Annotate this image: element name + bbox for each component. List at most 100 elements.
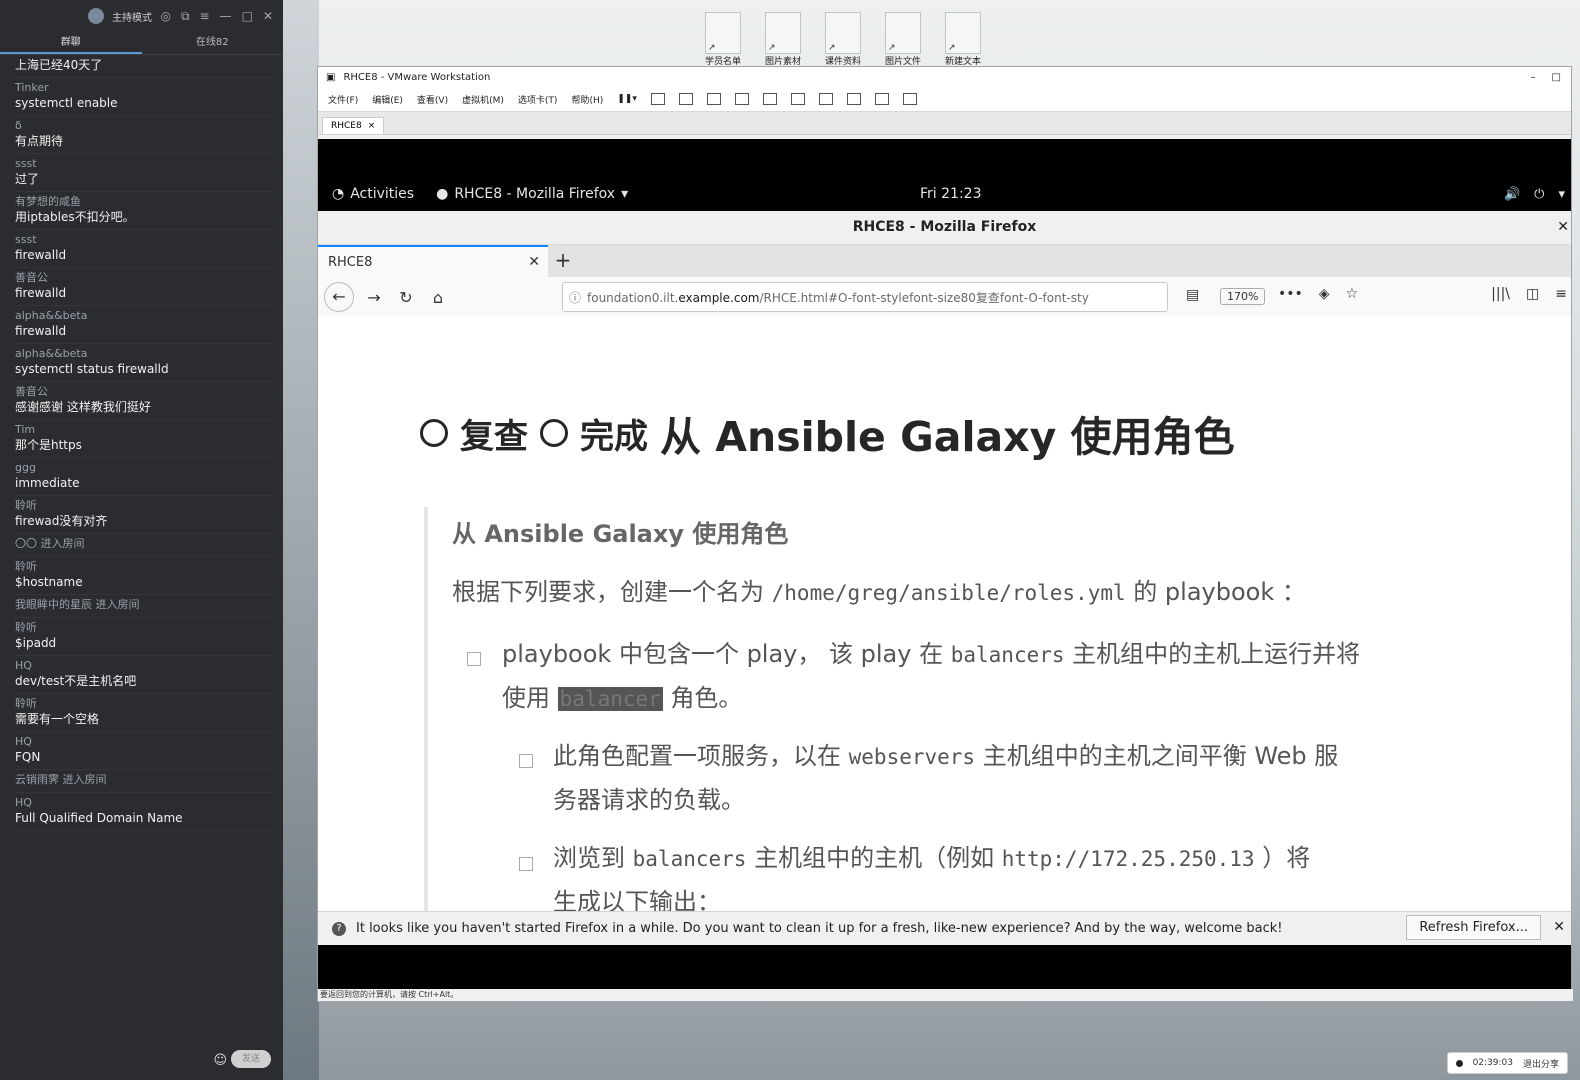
message-sender[interactable]: 聆听 (15, 696, 273, 711)
minimize-icon[interactable]: – (1531, 72, 1536, 83)
system-tray[interactable]: 🔊 ⏻ ▾ (1504, 187, 1565, 202)
chat-message: alpha&&beta firewalld (15, 306, 273, 344)
text: 浏览到 (553, 844, 625, 872)
revert-snapshot-icon[interactable] (706, 93, 721, 105)
bookmark-star-icon[interactable]: ☆ (1346, 286, 1359, 302)
chat-input-area[interactable]: ☺ 发送 (0, 1040, 283, 1080)
message-sender[interactable]: 善音公 (15, 384, 273, 399)
message-sender[interactable]: ssst (15, 156, 273, 171)
radio-review[interactable] (420, 419, 448, 447)
activities-button[interactable]: ◔ Activities (332, 186, 414, 202)
desktop-icon-3[interactable]: 课件资料 (820, 12, 866, 67)
emoji-icon[interactable]: ☺ (213, 1053, 227, 1068)
send-button[interactable]: 发送 (231, 1050, 271, 1068)
more-actions-icon[interactable]: ••• (1278, 286, 1303, 302)
message-sender[interactable]: alpha&&beta (15, 308, 273, 323)
back-button[interactable]: ← (324, 282, 354, 312)
library-view-icon[interactable] (762, 93, 777, 105)
message-sender[interactable]: Tim (15, 422, 273, 437)
message-sender[interactable]: 有梦想的咸鱼 (15, 194, 273, 209)
console-icon[interactable] (874, 93, 889, 105)
library-icon[interactable]: |||\ (1491, 286, 1510, 302)
code: http://172.25.250.13 (1001, 847, 1255, 871)
settings-icon[interactable]: ◎ (160, 9, 170, 24)
snapshot-icon[interactable] (678, 93, 693, 105)
tab-online[interactable]: 在线82 (142, 32, 284, 54)
chat-message: HQ dev/test不是主机名吧 (15, 656, 273, 694)
exit-share-button[interactable]: 退出分享 (1523, 1057, 1559, 1070)
maximize-icon[interactable]: □ (1552, 72, 1561, 83)
popout-icon[interactable]: ⧉ (181, 9, 190, 24)
fullscreen-icon[interactable] (818, 93, 833, 105)
chat-message: 有梦想的咸鱼 用iptables不扣分吧。 (15, 192, 273, 230)
message-text: firewad没有对齐 (15, 514, 108, 528)
menu-icon[interactable]: ≡ (200, 9, 210, 24)
message-sender[interactable]: δ (15, 118, 273, 133)
task-checkbox-1[interactable] (467, 652, 481, 666)
close-icon[interactable]: ✕ (263, 9, 273, 24)
app-menu[interactable]: ● RHCE8 - Mozilla Firefox ▾ (436, 186, 628, 202)
send-keys-icon[interactable] (650, 93, 665, 105)
vm-screen[interactable]: ◔ Activities ● RHCE8 - Mozilla Firefox ▾… (318, 139, 1571, 989)
tab-group-chat[interactable]: 群聊 (0, 32, 142, 54)
menu-view[interactable]: 查看(V) (417, 93, 448, 106)
task-checkbox-2[interactable] (519, 754, 533, 768)
message-sender[interactable]: 善音公 (15, 270, 273, 285)
close-icon[interactable]: × (368, 121, 376, 131)
close-icon[interactable]: ✕ (1557, 211, 1569, 244)
hamburger-menu-icon[interactable]: ≡ (1555, 286, 1567, 302)
message-sender[interactable]: ssst (15, 232, 273, 247)
url-bar[interactable]: ⓘ foundation0.ilt.example.com/RHCE.html#… (562, 282, 1168, 312)
task-checkbox-3[interactable] (519, 857, 533, 871)
menu-file[interactable]: 文件(F) (328, 93, 358, 106)
reload-button[interactable]: ↻ (390, 288, 422, 307)
message-sender[interactable]: HQ (15, 658, 273, 673)
gnome-topbar: ◔ Activities ● RHCE8 - Mozilla Firefox ▾… (318, 177, 1571, 211)
pocket-icon[interactable]: ◈ (1319, 286, 1330, 302)
maximize-icon[interactable]: □ (242, 9, 253, 24)
reader-view-icon[interactable]: ▤ (1186, 287, 1199, 303)
vm-tab[interactable]: RHCE8 × (322, 117, 385, 134)
info-icon[interactable]: ⓘ (563, 289, 587, 306)
message-sender[interactable]: HQ (15, 734, 273, 749)
desktop-icon-5[interactable]: 新建文本 (940, 12, 986, 67)
desktop-icon-2[interactable]: 图片素材 (760, 12, 806, 67)
url-path: /RHCE.html#O-font-stylefont-size80复查font… (759, 290, 1089, 305)
clock[interactable]: Fri 21:23 (920, 186, 981, 202)
browser-tab[interactable]: RHCE8 ✕ (318, 245, 548, 277)
thumbnail-view-icon[interactable] (790, 93, 805, 105)
message-sender[interactable]: Tinker (15, 80, 273, 95)
unity-icon[interactable] (846, 93, 861, 105)
forward-button[interactable]: → (358, 288, 390, 307)
menu-vm[interactable]: 虚拟机(M) (462, 93, 504, 106)
manage-snapshots-icon[interactable] (734, 93, 749, 105)
zoom-indicator[interactable]: 170% (1220, 288, 1266, 305)
page-content: 复查 完成 从 Ansible Galaxy 使用角色 从 Ansible Ga… (318, 317, 1571, 911)
message-sender[interactable]: alpha&&beta (15, 346, 273, 361)
firefox-tabbar: RHCE8 ✕ + (318, 245, 1571, 277)
home-button[interactable]: ⌂ (422, 288, 454, 307)
volume-icon: 🔊 (1503, 186, 1521, 202)
desktop-icon-4[interactable]: 图片文件 (880, 12, 926, 67)
sidebar-icon[interactable]: ◫ (1526, 286, 1539, 302)
pause-icon[interactable]: ❚❚▾ (617, 94, 637, 104)
message-sender[interactable]: 聆听 (15, 498, 273, 513)
intro-text: 根据下列要求，创建一个名为 (452, 578, 764, 606)
stretch-icon[interactable] (902, 93, 917, 105)
menu-tabs[interactable]: 选项卡(T) (518, 93, 558, 106)
message-sender[interactable]: ggg (15, 460, 273, 475)
close-tab-icon[interactable]: ✕ (528, 254, 540, 270)
menu-help[interactable]: 帮助(H) (571, 93, 603, 106)
new-tab-button[interactable]: + (548, 245, 578, 277)
message-sender[interactable]: 聆听 (15, 620, 273, 635)
desktop-icon-1[interactable]: 学员名单 (700, 12, 746, 67)
menu-edit[interactable]: 编辑(E) (372, 93, 403, 106)
chat-message: ssst firewalld (15, 230, 273, 268)
message-sender[interactable]: 聆听 (15, 559, 273, 574)
minimize-icon[interactable]: — (220, 9, 232, 24)
message-sender[interactable]: HQ (15, 795, 273, 810)
radio-done[interactable] (540, 419, 568, 447)
recording-dot-icon (1455, 1059, 1463, 1067)
refresh-firefox-button[interactable]: Refresh Firefox... (1406, 915, 1541, 940)
close-icon[interactable]: ✕ (1553, 919, 1565, 935)
